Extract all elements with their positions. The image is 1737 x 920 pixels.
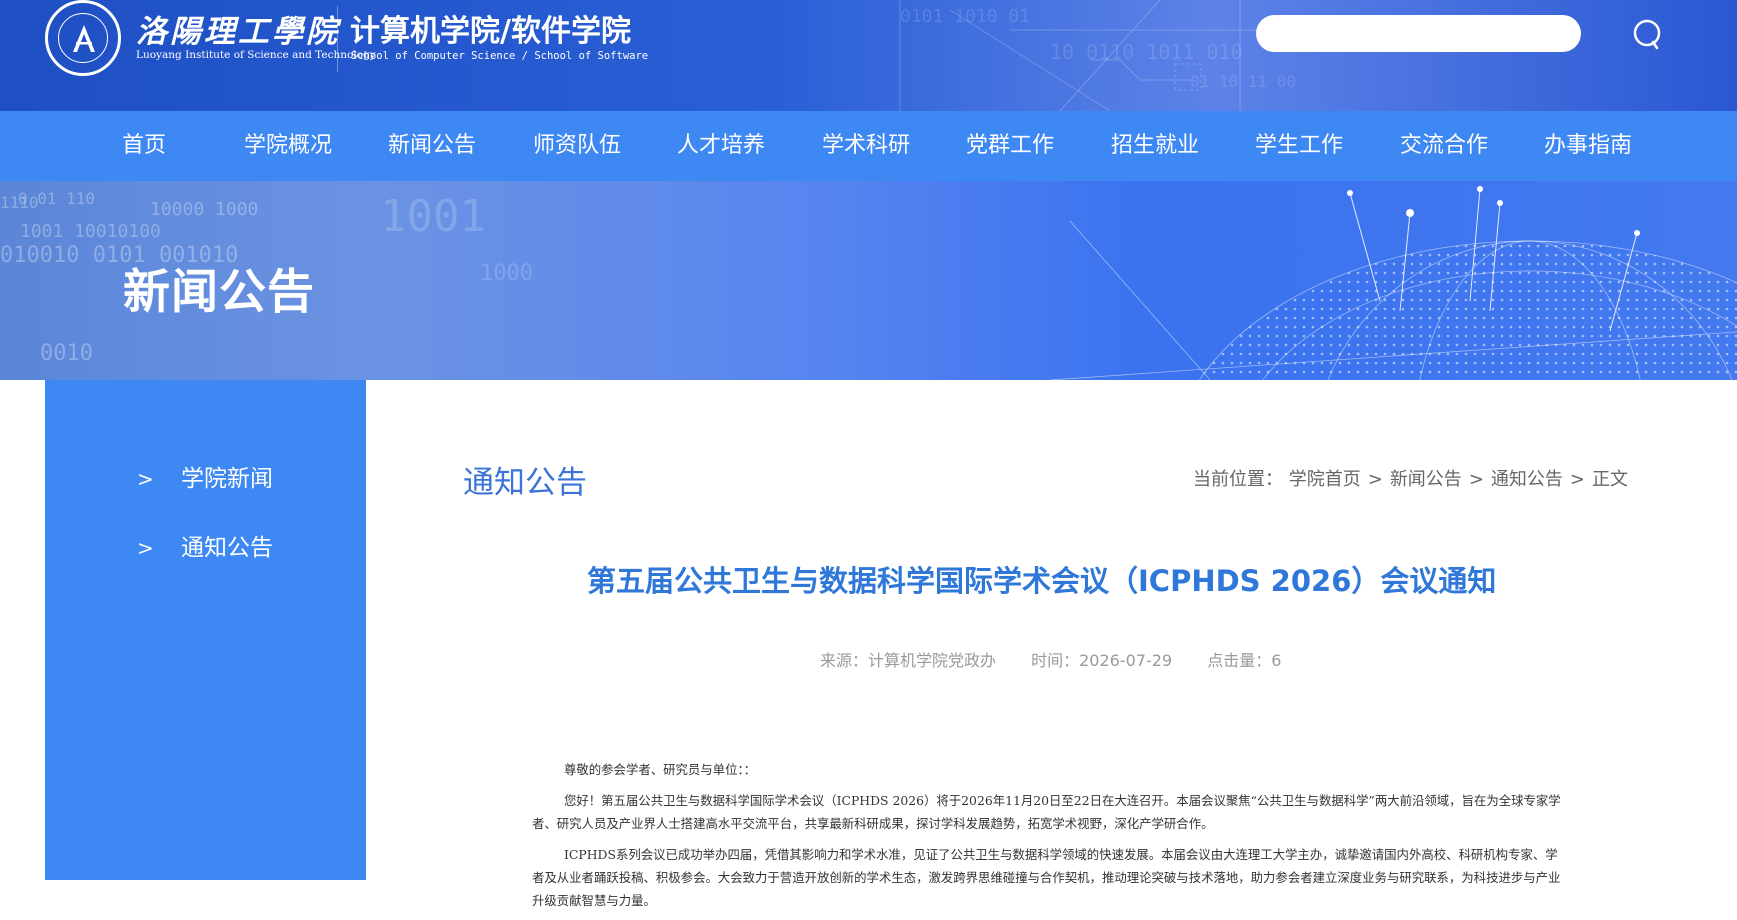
search-input[interactable] bbox=[1256, 15, 1581, 52]
nav-item-guide[interactable]: 办事指南 bbox=[1544, 111, 1632, 181]
chevron-right-icon: > bbox=[137, 467, 154, 491]
breadcrumb-separator: > bbox=[1468, 469, 1484, 490]
article-time: 时间：2026-07-29 bbox=[1031, 651, 1173, 670]
nav-item-exchange[interactable]: 交流合作 bbox=[1400, 111, 1488, 181]
nav-item-news[interactable]: 新闻公告 bbox=[388, 111, 476, 181]
article-source: 来源：计算机学院党政办 bbox=[820, 651, 997, 670]
nav-item-admission[interactable]: 招生就业 bbox=[1111, 111, 1199, 181]
breadcrumb-separator: > bbox=[1367, 469, 1383, 490]
sidebar-item-notices[interactable]: > 通知公告 bbox=[137, 528, 273, 562]
banner-decoration: 10000 1000 bbox=[150, 199, 259, 220]
banner-title: 新闻公告 bbox=[123, 265, 315, 320]
breadcrumb-current: 正文 bbox=[1592, 469, 1628, 490]
header-divider bbox=[337, 6, 338, 72]
article-views: 点击量：6 bbox=[1207, 651, 1282, 670]
school-name-en: Luoyang Institute of Science and Technol… bbox=[136, 49, 376, 61]
nav-item-about[interactable]: 学院概况 bbox=[244, 111, 332, 181]
article-paragraph: 您好！第五届公共卫生与数据科学国际学术会议（ICPHDS 2026）将于2026… bbox=[532, 793, 1561, 831]
nav-item-students[interactable]: 学生工作 bbox=[1255, 111, 1343, 181]
globe-network-decoration bbox=[1050, 186, 1737, 380]
article-paragraph: ICPHDS系列会议已成功举办四届，凭借其影响力和学术水准，见证了公共卫生与数据… bbox=[532, 847, 1561, 908]
breadcrumb-home[interactable]: 学院首页 bbox=[1289, 469, 1361, 490]
logo-emblem bbox=[58, 13, 108, 63]
breadcrumb-news[interactable]: 新闻公告 bbox=[1390, 469, 1462, 490]
article-meta: 来源：计算机学院党政办 时间：2026-07-29 点击量：6 bbox=[820, 647, 1311, 671]
article-body: 尊敬的参会学者、研究员与单位：： 您好！第五届公共卫生与数据科学国际学术会议（I… bbox=[532, 758, 1564, 920]
article-salutation: 尊敬的参会学者、研究员与单位：： bbox=[564, 762, 757, 777]
breadcrumb-prefix: 当前位置： bbox=[1192, 469, 1283, 490]
school-name-cn: 洛陽理工學院 bbox=[136, 14, 340, 50]
nav-item-party[interactable]: 党群工作 bbox=[966, 111, 1054, 181]
site-header: 0101 1010 01 10 0110 1011 010 01 10 11 0… bbox=[0, 0, 1737, 111]
sidebar-item-label: 通知公告 bbox=[181, 535, 273, 561]
sidebar-item-college-news[interactable]: > 学院新闻 bbox=[137, 459, 273, 493]
main-nav: 首页 学院概况 新闻公告 师资队伍 人才培养 学术科研 党群工作 招生就业 学生… bbox=[0, 111, 1737, 181]
nav-item-education[interactable]: 人才培养 bbox=[677, 111, 765, 181]
sidebar: > 学院新闻 > 通知公告 bbox=[45, 380, 366, 880]
banner-decoration: 1000 bbox=[480, 261, 533, 286]
chevron-right-icon: > bbox=[137, 536, 154, 560]
article-title: 第五届公共卫生与数据科学国际学术会议（ICPHDS 2026）会议通知 bbox=[587, 564, 1497, 598]
nav-item-home[interactable]: 首页 bbox=[122, 111, 166, 181]
banner-decoration: 0 01 110 bbox=[18, 189, 96, 208]
section-title: 通知公告 bbox=[463, 465, 587, 501]
breadcrumb: 当前位置： 学院首页 > 新闻公告 > 通知公告 > 正文 bbox=[1193, 465, 1628, 491]
banner-decoration: 1001 10010100 bbox=[20, 221, 161, 242]
college-name-cn: 计算机学院/软件学院 bbox=[350, 14, 631, 49]
sidebar-item-label: 学院新闻 bbox=[181, 466, 273, 492]
emblem-icon bbox=[73, 25, 95, 52]
page-banner: 1110 0 01 110 10000 1000 1001 10010100 0… bbox=[0, 181, 1737, 380]
breadcrumb-notices[interactable]: 通知公告 bbox=[1491, 469, 1563, 490]
search-icon[interactable] bbox=[1631, 17, 1665, 51]
nav-item-research[interactable]: 学术科研 bbox=[822, 111, 910, 181]
college-name-en: School of Computer Science / School of S… bbox=[351, 50, 649, 62]
breadcrumb-separator: > bbox=[1569, 469, 1585, 490]
banner-decoration: 1001 bbox=[380, 191, 486, 242]
nav-item-faculty[interactable]: 师资队伍 bbox=[533, 111, 621, 181]
school-logo[interactable] bbox=[45, 0, 121, 76]
banner-decoration: 0010 bbox=[40, 341, 93, 366]
